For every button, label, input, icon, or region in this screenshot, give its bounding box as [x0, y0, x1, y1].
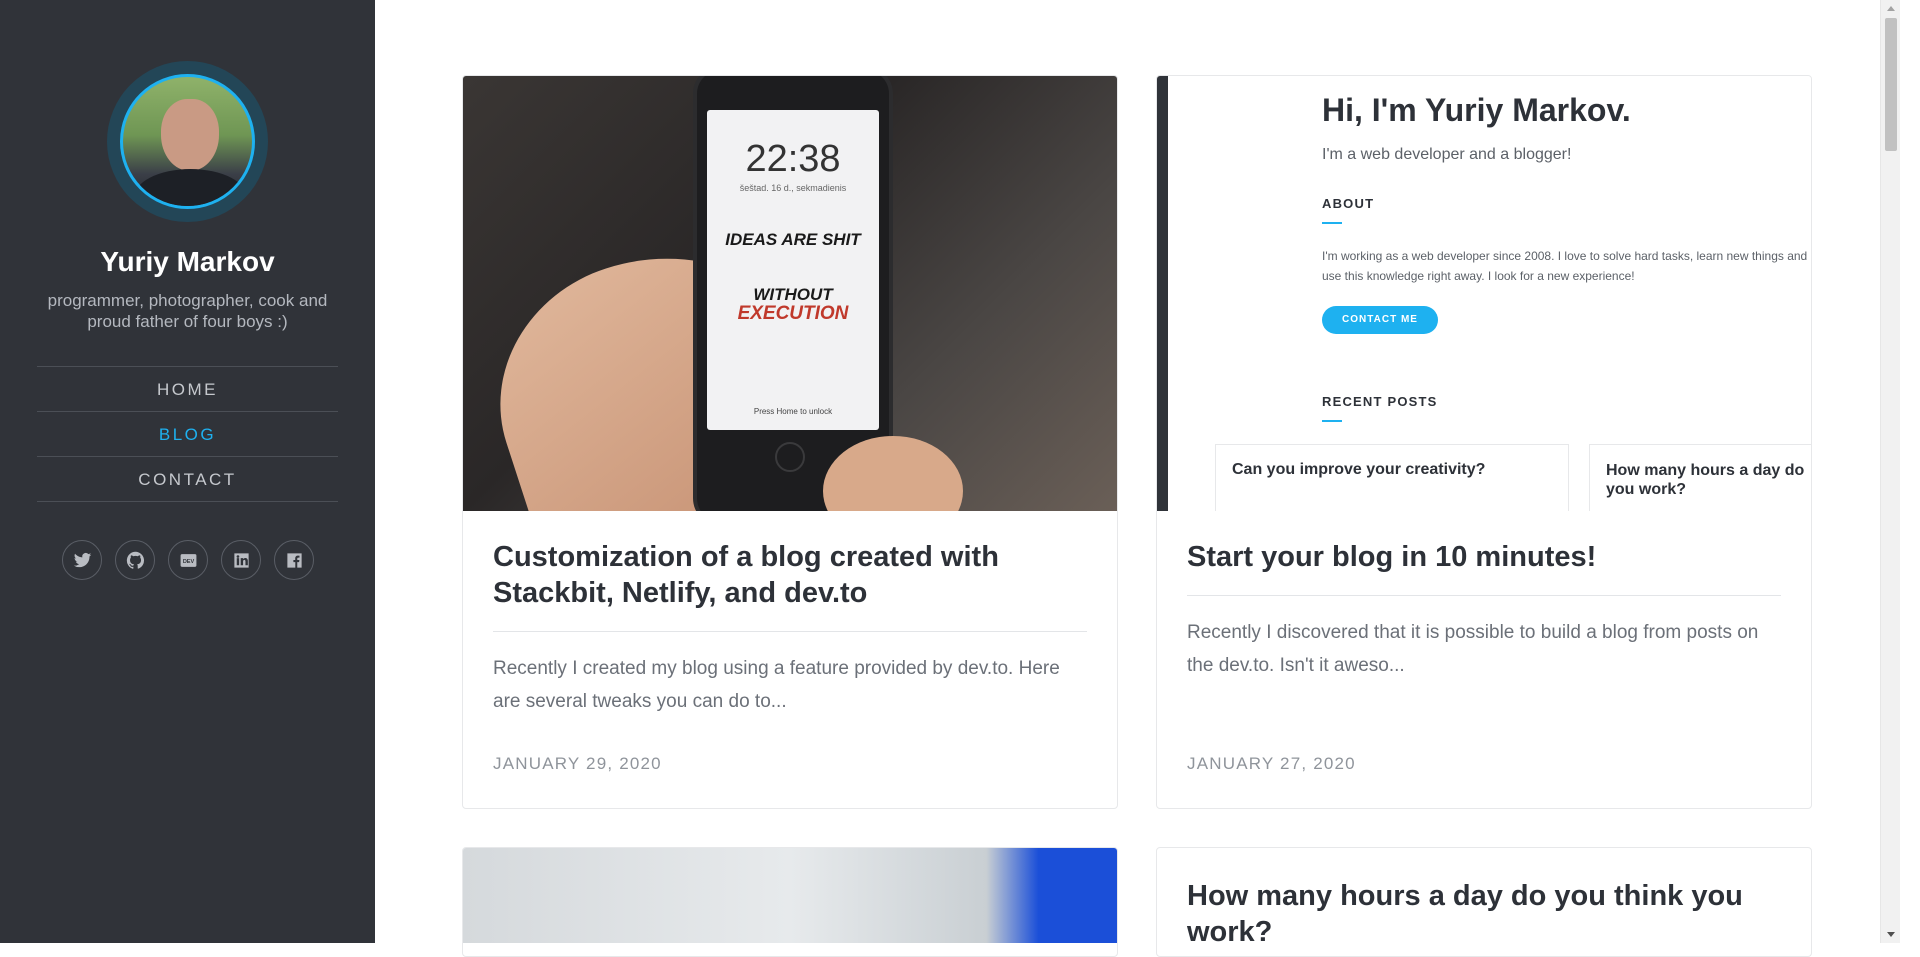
post-title[interactable]: How many hours a day do you think you wo… — [1187, 878, 1781, 956]
avatar-face — [161, 99, 219, 171]
accent-underline — [1322, 420, 1342, 422]
main-content: 22:38 šeštad. 16 d., sekmadienis IDEAS A… — [375, 0, 1900, 957]
profile-tagline: programmer, photographer, cook and proud… — [47, 291, 328, 331]
site-contact-button: CONTACT ME — [1322, 306, 1438, 334]
quote-line-1: IDEAS ARE SHIT — [725, 230, 861, 249]
post-date: JANUARY 29, 2020 — [493, 754, 662, 773]
post-image[interactable] — [463, 848, 1117, 943]
linkedin-icon — [233, 552, 249, 568]
scroll-down-icon[interactable] — [1887, 932, 1895, 937]
phone-time: 22:38 — [745, 138, 841, 180]
main-nav: HOME BLOG CONTACT — [37, 366, 338, 502]
post-title[interactable]: Start your blog in 10 minutes! — [1187, 539, 1781, 596]
dev-link[interactable]: DEV — [168, 540, 208, 580]
dev-icon: DEV — [180, 553, 196, 567]
post-date: JANUARY 27, 2020 — [1187, 754, 1356, 773]
profile-name[interactable]: Yuriy Markov — [0, 246, 375, 278]
avatar-shoulders — [133, 169, 248, 206]
post-card[interactable]: 22:38 šeštad. 16 d., sekmadienis IDEAS A… — [462, 75, 1118, 809]
sidebar: Yuriy Markov programmer, photographer, c… — [0, 0, 375, 943]
post-image-phone[interactable]: 22:38 šeštad. 16 d., sekmadienis IDEAS A… — [463, 76, 1117, 511]
quote-line-3: EXECUTION — [737, 303, 849, 324]
scrollbar[interactable] — [1880, 0, 1900, 943]
facebook-icon — [286, 552, 302, 568]
accent-underline — [1322, 222, 1342, 224]
site-about-text: I'm working as a web developer since 200… — [1322, 249, 1808, 283]
phone-date: šeštad. 16 d., sekmadienis — [739, 183, 847, 193]
scroll-up-icon[interactable] — [1887, 6, 1895, 11]
home-button-shape — [775, 442, 805, 472]
site-recent-post: How many hours a day do you work? — [1589, 444, 1811, 511]
nav-item-contact[interactable]: CONTACT — [37, 457, 338, 502]
site-about-title: ABOUT — [1322, 196, 1375, 211]
post-card[interactable]: Hi, I'm Yuriy Markov. I'm a web develope… — [1156, 75, 1812, 809]
unlock-text: Press Home to unlock — [753, 407, 833, 416]
site-recent-post: Can you improve your creativity? — [1215, 444, 1569, 511]
site-heading: Hi, I'm Yuriy Markov. — [1322, 92, 1631, 128]
post-body: Customization of a blog created with Sta… — [463, 511, 1117, 718]
site-recent-title: RECENT POSTS — [1322, 394, 1438, 409]
site-subheading: I'm a web developer and a blogger! — [1322, 146, 1572, 163]
avatar-ring — [107, 61, 268, 222]
scroll-thumb[interactable] — [1885, 18, 1897, 151]
twitter-link[interactable] — [62, 540, 102, 580]
linkedin-link[interactable] — [221, 540, 261, 580]
github-link[interactable] — [115, 540, 155, 580]
svg-text:DEV: DEV — [182, 558, 194, 564]
post-body: How many hours a day do you think you wo… — [1157, 848, 1811, 956]
post-card[interactable]: How many hours a day do you think you wo… — [1156, 847, 1812, 957]
post-title[interactable]: Customization of a blog created with Sta… — [493, 539, 1087, 632]
post-image-website[interactable]: Hi, I'm Yuriy Markov. I'm a web develope… — [1157, 76, 1811, 511]
nav-item-blog[interactable]: BLOG — [37, 412, 338, 457]
facebook-link[interactable] — [274, 540, 314, 580]
quote-line-2: WITHOUT — [753, 285, 833, 304]
github-icon — [126, 551, 144, 569]
post-excerpt: Recently I created my blog using a featu… — [493, 658, 1060, 712]
social-links: DEV — [62, 540, 314, 580]
post-excerpt: Recently I discovered that it is possibl… — [1187, 622, 1759, 676]
nav-item-home[interactable]: HOME — [37, 367, 338, 412]
twitter-icon — [73, 552, 91, 567]
sidebar-strip — [1157, 76, 1168, 511]
post-card[interactable] — [462, 847, 1118, 957]
phone-screen: 22:38 šeštad. 16 d., sekmadienis IDEAS A… — [707, 110, 879, 430]
post-body: Start your blog in 10 minutes! Recently … — [1157, 511, 1811, 682]
avatar[interactable] — [120, 74, 255, 209]
